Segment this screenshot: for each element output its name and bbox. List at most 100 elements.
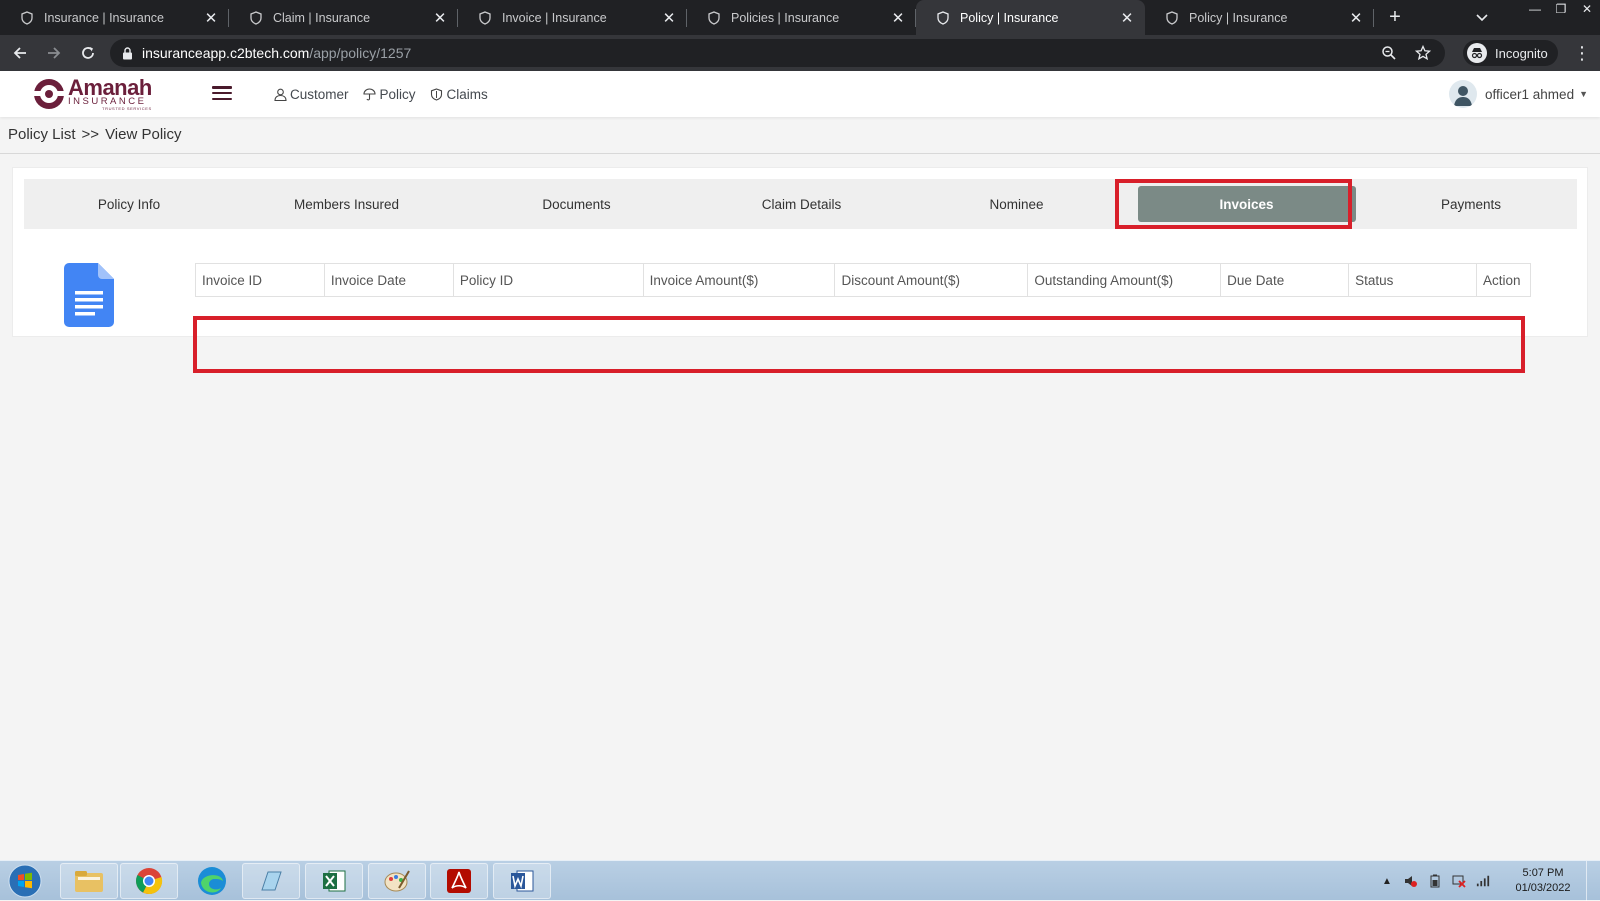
tab-title: Invoice | Insurance — [502, 10, 607, 25]
nav-item-claims[interactable]: Claims — [430, 87, 488, 102]
column-header-invoice-amount[interactable]: Invoice Amount($) — [642, 263, 836, 297]
taskbar-clock[interactable]: 5:07 PM 01/03/2022 — [1508, 866, 1578, 896]
close-icon[interactable]: ✕ — [890, 10, 906, 27]
close-icon[interactable]: ✕ — [661, 10, 677, 27]
column-header-invoice-id[interactable]: Invoice ID — [195, 263, 325, 297]
nav-label: Policy — [379, 86, 416, 102]
browser-toolbar: insuranceapp.c2btech.com /app/policy/125… — [0, 35, 1600, 71]
header-divider — [0, 153, 1600, 154]
user-menu[interactable]: officer1 ahmed ▼ — [1449, 71, 1588, 117]
edge-icon[interactable] — [183, 863, 241, 899]
forward-arrow-icon[interactable] — [40, 39, 68, 67]
chrome-icon[interactable] — [120, 863, 178, 899]
logo-mark-icon — [34, 79, 64, 109]
app-header: Amanah INSURANCE TRUSTED SERVICES Custom… — [0, 71, 1600, 117]
shield-favicon-icon — [936, 10, 950, 25]
breadcrumb-current: View Policy — [105, 126, 182, 143]
close-window-icon[interactable]: ✕ — [1574, 0, 1600, 18]
policy-card: Policy Info Members Insured Documents Cl… — [12, 167, 1588, 337]
tab-members-insured[interactable]: Members Insured — [234, 179, 459, 229]
column-header-status[interactable]: Status — [1348, 263, 1477, 297]
tab-invoices-label: Invoices — [1137, 186, 1356, 222]
column-header-policy-id[interactable]: Policy ID — [452, 263, 644, 297]
browser-tab-active[interactable]: Policy | Insurance ✕ — [916, 0, 1145, 35]
browser-tab[interactable]: Claim | Insurance ✕ — [229, 0, 458, 35]
breadcrumb-policy-list[interactable]: Policy List — [8, 126, 76, 143]
shield-favicon-icon — [249, 10, 263, 25]
close-icon[interactable]: ✕ — [1119, 10, 1135, 27]
document-icon — [64, 263, 114, 327]
nav-label: Customer — [290, 86, 349, 102]
hamburger-menu-icon[interactable] — [212, 84, 232, 102]
excel-icon[interactable] — [305, 863, 363, 899]
clock-date: 01/03/2022 — [1515, 882, 1571, 894]
tab-title: Insurance | Insurance — [44, 10, 164, 25]
system-tray: ▲ — [1380, 861, 1490, 901]
url-host: insuranceapp.c2btech.com — [142, 45, 310, 61]
tab-search-chevron-icon[interactable] — [1470, 0, 1494, 35]
paint-icon[interactable] — [368, 863, 426, 899]
umbrella-icon — [363, 87, 377, 101]
tab-nominee[interactable]: Nominee — [909, 179, 1124, 229]
minimize-icon[interactable]: — — [1522, 0, 1548, 18]
notepad-icon[interactable] — [242, 863, 300, 899]
signal-bars-icon[interactable] — [1476, 874, 1490, 888]
tab-invoices[interactable]: Invoices — [1128, 179, 1365, 229]
close-icon[interactable]: ✕ — [1348, 10, 1364, 27]
window-controls: — ❐ ✕ — [1522, 0, 1600, 18]
browser-tab[interactable]: Policies | Insurance ✕ — [687, 0, 916, 35]
breadcrumb-separator: >> — [81, 126, 100, 143]
battery-icon[interactable] — [1428, 874, 1442, 888]
caret-down-icon: ▼ — [1579, 89, 1588, 99]
tab-title: Policies | Insurance — [731, 10, 840, 25]
back-arrow-icon[interactable] — [6, 39, 34, 67]
user-icon — [273, 87, 287, 101]
browser-tab[interactable]: Insurance | Insurance ✕ — [0, 0, 229, 35]
browser-tab[interactable]: Invoice | Insurance ✕ — [458, 0, 687, 35]
network-error-icon[interactable] — [1452, 874, 1466, 888]
volume-muted-icon[interactable] — [1404, 874, 1418, 888]
column-header-action[interactable]: Action — [1475, 263, 1532, 297]
browser-menu-icon[interactable]: ⋮ — [1572, 40, 1592, 66]
zoom-icon[interactable] — [1379, 43, 1399, 63]
policy-tabs: Policy Info Members Insured Documents Cl… — [24, 179, 1577, 229]
column-header-due-date[interactable]: Due Date — [1220, 263, 1350, 297]
nav-item-policy[interactable]: Policy — [363, 87, 416, 102]
nav-label: Claims — [446, 86, 488, 102]
restore-icon[interactable]: ❐ — [1548, 0, 1574, 18]
profile-label: Incognito — [1495, 45, 1548, 61]
shield-favicon-icon — [707, 10, 721, 25]
shield-favicon-icon — [20, 10, 34, 25]
shield-favicon-icon — [478, 10, 492, 25]
incognito-icon — [1467, 43, 1487, 63]
windows-start-button[interactable] — [5, 863, 45, 899]
lock-icon — [120, 46, 134, 60]
nav-item-customer[interactable]: Customer — [273, 87, 349, 102]
tab-documents[interactable]: Documents — [459, 179, 694, 229]
column-header-invoice-date[interactable]: Invoice Date — [323, 263, 454, 297]
logo-tagline: TRUSTED SERVICES — [102, 105, 152, 111]
tab-policy-info[interactable]: Policy Info — [24, 179, 234, 229]
table-header-row: Invoice ID Invoice Date Policy ID Invoic… — [195, 263, 1532, 297]
show-desktop-button[interactable] — [1586, 861, 1600, 901]
address-bar[interactable]: insuranceapp.c2btech.com /app/policy/125… — [110, 39, 1445, 67]
tab-title: Claim | Insurance — [273, 10, 371, 25]
user-name: officer1 ahmed — [1485, 86, 1575, 102]
word-icon[interactable] — [493, 863, 551, 899]
acrobat-icon[interactable] — [430, 863, 488, 899]
tab-claim-details[interactable]: Claim Details — [694, 179, 909, 229]
bookmark-star-icon[interactable] — [1413, 43, 1433, 63]
column-header-outstanding-amount[interactable]: Outstanding Amount($) — [1027, 263, 1222, 297]
url-path: /app/policy/1257 — [309, 45, 412, 61]
incognito-badge[interactable]: Incognito — [1463, 40, 1558, 66]
column-header-discount-amount[interactable]: Discount Amount($) — [834, 263, 1029, 297]
close-icon[interactable]: ✕ — [203, 10, 219, 27]
reload-icon[interactable] — [74, 39, 102, 67]
brand-logo[interactable]: Amanah INSURANCE TRUSTED SERVICES — [32, 74, 172, 114]
tray-expand-icon[interactable]: ▲ — [1380, 874, 1394, 888]
close-icon[interactable]: ✕ — [432, 10, 448, 27]
file-explorer-icon[interactable] — [60, 863, 118, 899]
tab-payments[interactable]: Payments — [1365, 179, 1577, 229]
new-tab-button[interactable]: + — [1380, 0, 1410, 35]
browser-tab[interactable]: Policy | Insurance ✕ — [1145, 0, 1374, 35]
